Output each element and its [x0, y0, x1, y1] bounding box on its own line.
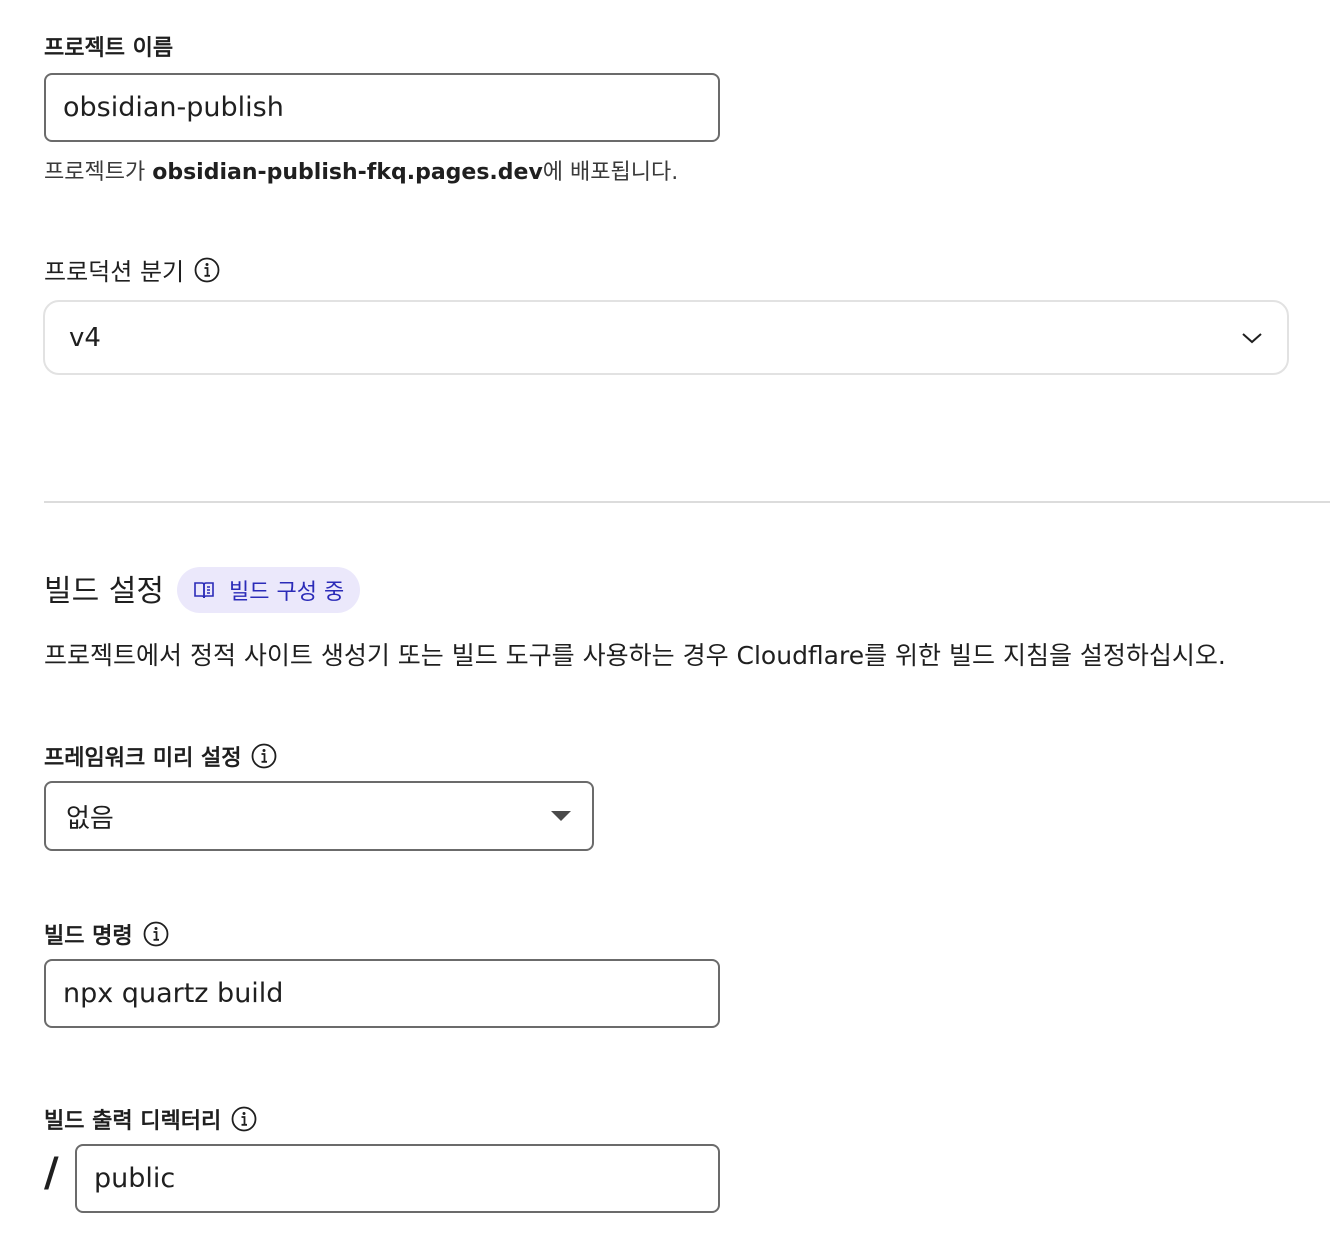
build-output-input[interactable]: public: [75, 1144, 720, 1213]
help-domain: obsidian-publish-fkq.pages.dev: [152, 160, 543, 185]
production-branch-select[interactable]: v4: [43, 300, 1289, 375]
build-settings-description: 프로젝트에서 정적 사이트 생성기 또는 빌드 도구를 사용하는 경우 Clou…: [44, 641, 1226, 670]
build-command-input[interactable]: npx quartz build: [44, 959, 720, 1028]
project-name-label: 프로젝트 이름: [44, 30, 173, 62]
project-name-value: obsidian-publish: [63, 92, 284, 123]
production-branch-label: 프로덕션 분기: [44, 252, 220, 287]
chevron-down-icon: [1242, 332, 1262, 343]
framework-preset-select[interactable]: 없음: [44, 781, 594, 851]
production-branch-value: v4: [69, 322, 101, 353]
help-suffix: 에 배포됩니다.: [542, 160, 679, 185]
build-output-label: 빌드 출력 디렉터리: [44, 1103, 257, 1135]
info-icon[interactable]: [251, 743, 277, 769]
build-config-badge[interactable]: 빌드 구성 중: [177, 567, 361, 613]
book-icon: [194, 582, 214, 599]
build-settings-title: 빌드 설정: [44, 574, 164, 609]
info-icon[interactable]: [194, 257, 220, 283]
project-name-label-text: 프로젝트 이름: [44, 36, 174, 61]
build-command-label-text: 빌드 명령: [44, 924, 133, 949]
build-command-value: npx quartz build: [63, 978, 284, 1009]
framework-preset-label: 프레임워크 미리 설정: [44, 740, 277, 772]
root-slash-prefix: /: [44, 1150, 59, 1196]
build-output-label-text: 빌드 출력 디렉터리: [44, 1109, 222, 1134]
framework-preset-value: 없음: [66, 803, 114, 834]
section-divider: [44, 501, 1330, 503]
build-config-badge-text: 빌드 구성 중: [229, 580, 345, 605]
build-command-label: 빌드 명령: [44, 918, 169, 950]
caret-down-icon: [551, 811, 571, 821]
help-prefix: 프로젝트가: [44, 160, 153, 185]
build-output-value: public: [94, 1163, 176, 1194]
project-deploy-help: 프로젝트가 obsidian-publish-fkq.pages.dev에 배포…: [44, 154, 678, 186]
production-branch-label-text: 프로덕션 분기: [44, 258, 185, 286]
info-icon[interactable]: [231, 1106, 257, 1132]
info-icon[interactable]: [143, 921, 169, 947]
framework-preset-label-text: 프레임워크 미리 설정: [44, 746, 242, 771]
project-name-input[interactable]: obsidian-publish: [44, 73, 720, 142]
